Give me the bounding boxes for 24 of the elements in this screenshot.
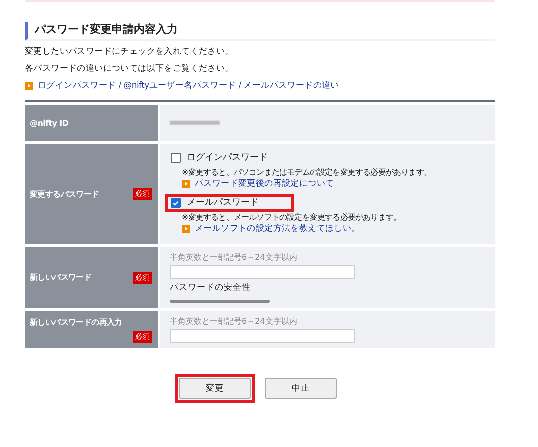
hint-text: 半角英数と一部記号6～24文字以内 bbox=[170, 316, 298, 327]
checkbox-option[interactable]: メールパスワード bbox=[165, 194, 294, 212]
link[interactable]: メールソフトの設定方法を教えてほしい。 bbox=[195, 223, 360, 235]
note-text: ※変更すると、メールソフトの設定を変更する必要があります。 bbox=[182, 212, 402, 223]
note-text: ※変更すると、パソコンまたはモデムの設定を変更する必要があります。 bbox=[182, 167, 433, 178]
link[interactable]: ログインパスワード / @niftyユーザー名パスワード / メールパスワードの違い bbox=[38, 80, 340, 92]
redacted-value bbox=[170, 121, 220, 125]
strength-label: パスワードの安全性 bbox=[170, 283, 252, 294]
field-label: 新しいパスワードの再入力 bbox=[30, 316, 124, 328]
password-field[interactable] bbox=[170, 329, 355, 343]
checkbox[interactable] bbox=[171, 198, 181, 208]
password-field[interactable] bbox=[170, 265, 355, 279]
hint-text: 半角英数と一部記号6～24文字以内 bbox=[170, 252, 298, 263]
section-heading: パスワード変更申請内容入力 bbox=[25, 22, 495, 41]
field-label: 変更するパスワード bbox=[30, 188, 100, 200]
checkbox-option[interactable]: ログインパスワード bbox=[165, 149, 303, 167]
instruction-text: 各パスワードの違いについては以下をご覧ください。 bbox=[25, 63, 235, 75]
field-label: 新しいパスワード bbox=[30, 272, 92, 283]
checkbox[interactable] bbox=[171, 153, 181, 163]
link[interactable]: パスワード変更後の再設定について bbox=[195, 178, 334, 190]
instruction-text: 変更したいパスワードにチェックを入れてください。 bbox=[25, 46, 235, 58]
form-button[interactable]: 中止 bbox=[265, 378, 337, 399]
field-label: @nifty ID bbox=[30, 118, 69, 128]
form-button[interactable]: 変更 bbox=[179, 378, 251, 399]
